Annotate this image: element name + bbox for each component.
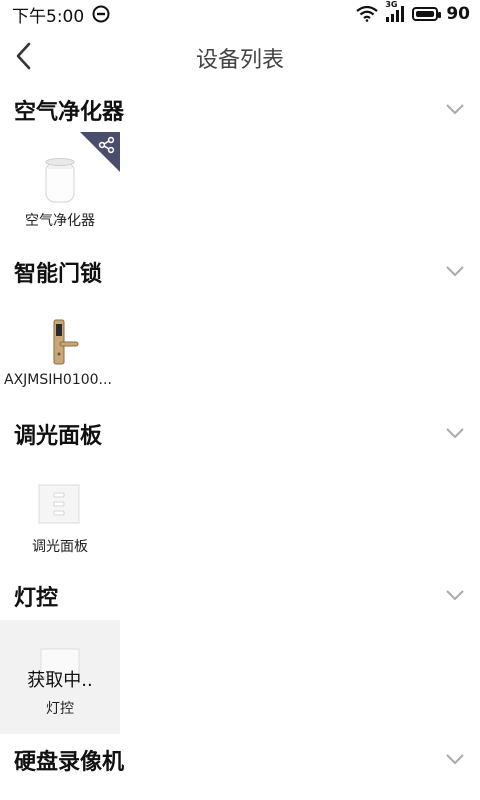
device-card-air-purifier[interactable]: 空气净化器 — [0, 132, 120, 242]
section-title: 智能门锁 — [14, 262, 103, 287]
chevron-down-icon[interactable] — [444, 100, 466, 118]
battery-icon — [412, 7, 442, 21]
network-type-label: 3G — [385, 0, 398, 9]
device-label: 灯控 — [46, 701, 74, 717]
signal-bar-1 — [386, 17, 390, 22]
status-time: 下午5:00 — [12, 6, 85, 27]
battery-fill — [416, 11, 435, 17]
section-title: 硬盘录像机 — [14, 750, 125, 775]
chevron-down-icon[interactable] — [444, 424, 466, 442]
signal-bar-3 — [396, 10, 400, 22]
section-header-air-purifier[interactable]: 空气净化器 — [0, 90, 480, 130]
cell-signal-icon: 3G — [385, 0, 405, 22]
battery-level: 90 — [446, 4, 470, 24]
do-not-disturb-icon — [92, 5, 110, 23]
loading-status: 获取中.. — [27, 670, 93, 691]
chevron-down-icon[interactable] — [444, 262, 466, 280]
section-header-dimmer-panel[interactable]: 调光面板 — [0, 414, 480, 454]
section-header-light-control[interactable]: 灯控 — [0, 576, 480, 616]
signal-bar-2 — [391, 14, 395, 22]
dimmer-panel-device-image — [38, 484, 80, 524]
page-title: 设备列表 — [195, 48, 284, 73]
signal-bar-4 — [401, 6, 405, 22]
status-bar: 下午5:00 3G 90 — [0, 0, 480, 28]
section-title: 空气净化器 — [14, 100, 125, 125]
smart-lock-device-image — [53, 319, 79, 365]
device-label: 调光面板 — [32, 539, 88, 555]
section-title: 灯控 — [14, 586, 59, 611]
device-card-smart-lock[interactable]: AXJMSIH0100... — [0, 294, 120, 404]
device-card-dimmer-panel[interactable]: 调光面板 — [0, 458, 120, 568]
section-header-smart-lock[interactable]: 智能门锁 — [0, 252, 480, 292]
device-card-light-control[interactable]: 获取中.. 灯控 — [0, 620, 120, 734]
air-purifier-device-image — [45, 158, 75, 203]
status-right: 3G 90 — [356, 0, 470, 24]
chevron-down-icon[interactable] — [444, 586, 466, 604]
section-title: 调光面板 — [14, 424, 103, 449]
device-label: AXJMSIH0100... — [4, 372, 112, 388]
section-header-nvr[interactable]: 硬盘录像机 — [0, 740, 480, 780]
device-label: 空气净化器 — [25, 213, 95, 229]
chevron-down-icon[interactable] — [444, 750, 466, 768]
status-left: 下午5:00 — [12, 2, 110, 27]
shared-device-badge — [80, 132, 120, 172]
wifi-icon — [356, 6, 379, 22]
nav-bar: 设备列表 — [0, 28, 480, 84]
